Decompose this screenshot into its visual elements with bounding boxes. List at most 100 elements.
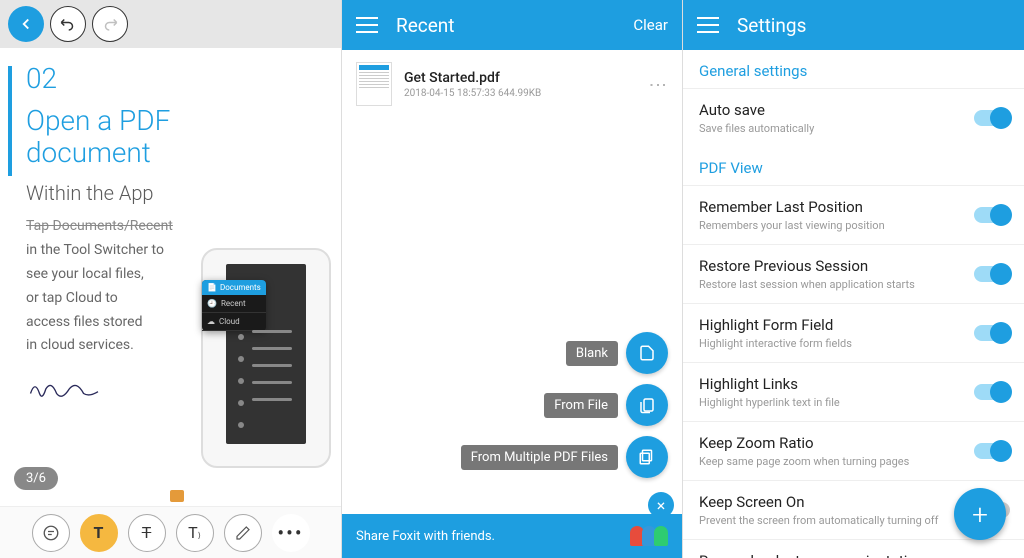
step-title: Open a PDFdocument bbox=[26, 105, 315, 169]
setting-desc: Save files automatically bbox=[699, 122, 964, 135]
setting-highlight-links[interactable]: Highlight Links Highlight hyperlink text… bbox=[683, 362, 1024, 421]
fab-add-button[interactable]: + bbox=[954, 488, 1006, 540]
text-cursor-icon: T⟩ bbox=[188, 523, 201, 542]
setting-last-position[interactable]: Remember Last Position Remembers your la… bbox=[683, 185, 1024, 244]
pdf-viewer-pane: 02 Open a PDFdocument Within the App Tap… bbox=[0, 0, 341, 558]
body-line: in the Tool Switcher to bbox=[26, 242, 164, 258]
menu-button[interactable] bbox=[697, 17, 719, 33]
setting-highlight-form[interactable]: Highlight Form Field Highlight interacti… bbox=[683, 303, 1024, 362]
setting-title: Restore Previous Session bbox=[699, 257, 964, 275]
step-body: Tap Documents/Recent in the Tool Switche… bbox=[26, 215, 196, 358]
body-line: access files stored bbox=[26, 314, 143, 330]
comment-tool-button[interactable] bbox=[32, 514, 70, 552]
document-content: 02 Open a PDFdocument Within the App Tap… bbox=[0, 48, 341, 422]
strikeout-tool-button[interactable]: T bbox=[128, 514, 166, 552]
redo-icon bbox=[101, 15, 119, 33]
toggle-highlight-form[interactable] bbox=[974, 325, 1010, 341]
more-tools-button[interactable]: ••• bbox=[272, 514, 310, 552]
back-button[interactable] bbox=[8, 6, 44, 42]
setting-desc: Restore last session when application st… bbox=[699, 278, 964, 291]
arrow-left-icon bbox=[17, 15, 35, 33]
annotation-toolbar: T T T⟩ ••• bbox=[0, 506, 341, 558]
section-general: General settings bbox=[683, 50, 1024, 88]
fab-from-multi-button[interactable] bbox=[626, 436, 668, 478]
setting-title: Remember last screen orientation bbox=[699, 552, 964, 558]
setting-keep-zoom[interactable]: Keep Zoom Ratio Keep same page zoom when… bbox=[683, 421, 1024, 480]
redo-button[interactable] bbox=[92, 6, 128, 42]
people-icon bbox=[632, 526, 668, 546]
body-line: or tap Cloud to bbox=[26, 290, 118, 306]
phone-menu-overlay: 📄Documents 🕘Recent ☁Cloud bbox=[202, 280, 266, 331]
undo-button[interactable] bbox=[50, 6, 86, 42]
fab-blank-button[interactable] bbox=[626, 332, 668, 374]
blank-page-icon bbox=[638, 344, 656, 362]
file-copy-icon bbox=[638, 396, 656, 414]
settings-pane: Settings General settings Auto save Save… bbox=[682, 0, 1024, 558]
file-thumbnail bbox=[356, 62, 392, 106]
ellipsis-icon: ••• bbox=[277, 521, 303, 545]
fab-from-file-row[interactable]: From File bbox=[544, 384, 668, 426]
phone-list-lines bbox=[252, 330, 292, 401]
setting-desc: Highlight hyperlink text in file bbox=[699, 396, 964, 409]
setting-auto-save[interactable]: Auto save Save files automatically bbox=[683, 88, 1024, 147]
strikethrough-text: Tap Documents/Recent bbox=[26, 218, 173, 234]
text-tool-button[interactable]: T⟩ bbox=[176, 514, 214, 552]
text-highlight-icon: T bbox=[94, 523, 104, 542]
body-line: see your local files, bbox=[26, 266, 144, 282]
viewer-toolbar bbox=[0, 0, 341, 48]
setting-restore-session[interactable]: Restore Previous Session Restore last se… bbox=[683, 244, 1024, 303]
menu-item-documents: 📄Documents bbox=[202, 280, 266, 295]
setting-desc: Prevent the screen from automatically tu… bbox=[699, 514, 964, 527]
setting-desc: Highlight interactive form fields bbox=[699, 337, 964, 350]
menu-item-recent: 🕘Recent bbox=[202, 295, 266, 313]
pencil-icon bbox=[235, 525, 251, 541]
fab-from-file-label: From File bbox=[544, 393, 618, 418]
highlight-tool-button[interactable]: T bbox=[80, 514, 118, 552]
title-line1: Open a PDF bbox=[26, 104, 170, 137]
toggle-highlight-links[interactable] bbox=[974, 384, 1010, 400]
signature-annotation bbox=[26, 374, 116, 404]
file-name: Get Started.pdf bbox=[404, 70, 635, 86]
menu-item-cloud: ☁Cloud bbox=[202, 313, 266, 331]
text-strike-icon: T bbox=[142, 523, 152, 542]
fab-from-file-button[interactable] bbox=[626, 384, 668, 426]
step-subtitle: Within the App bbox=[26, 181, 315, 205]
setting-screen-orientation[interactable]: Remember last screen orientation bbox=[683, 539, 1024, 558]
setting-title: Remember Last Position bbox=[699, 198, 964, 216]
setting-desc: Keep same page zoom when turning pages bbox=[699, 455, 964, 468]
step-number: 02 bbox=[26, 62, 315, 95]
recent-files-pane: Recent Clear Get Started.pdf 2018-04-15 … bbox=[341, 0, 682, 558]
banner-close-button[interactable]: × bbox=[648, 492, 674, 518]
recent-header: Recent Clear bbox=[342, 0, 682, 50]
undo-icon bbox=[59, 15, 77, 33]
note-annotation-icon[interactable] bbox=[170, 490, 184, 502]
share-banner[interactable]: × Share Foxit with friends. bbox=[342, 514, 682, 558]
settings-header: Settings bbox=[683, 0, 1024, 50]
fab-from-multi-label: From Multiple PDF Files bbox=[461, 445, 618, 470]
fab-from-multi-row[interactable]: From Multiple PDF Files bbox=[461, 436, 668, 478]
fab-menu: Blank From File From Multiple PDF Files bbox=[461, 332, 668, 478]
toggle-last-position[interactable] bbox=[974, 207, 1010, 223]
phone-mockup: 📄Documents 🕘Recent ☁Cloud bbox=[201, 248, 331, 468]
section-pdf-view: PDF View bbox=[683, 147, 1024, 185]
toggle-restore-session[interactable] bbox=[974, 266, 1010, 282]
pencil-tool-button[interactable] bbox=[224, 514, 262, 552]
fab-blank-row[interactable]: Blank bbox=[566, 332, 668, 374]
setting-title: Highlight Links bbox=[699, 375, 964, 393]
accent-bar bbox=[8, 66, 12, 176]
plus-icon: + bbox=[972, 498, 988, 531]
settings-scroll[interactable]: General settings Auto save Save files au… bbox=[683, 50, 1024, 558]
clear-button[interactable]: Clear bbox=[633, 16, 668, 34]
file-info: Get Started.pdf 2018-04-15 18:57:33 644.… bbox=[404, 70, 635, 99]
file-item[interactable]: Get Started.pdf 2018-04-15 18:57:33 644.… bbox=[342, 50, 682, 118]
files-stack-icon bbox=[638, 448, 656, 466]
toggle-auto-save[interactable] bbox=[974, 110, 1010, 126]
toggle-keep-zoom[interactable] bbox=[974, 443, 1010, 459]
menu-button[interactable] bbox=[356, 17, 378, 33]
setting-title: Auto save bbox=[699, 101, 964, 119]
banner-text: Share Foxit with friends. bbox=[356, 529, 495, 544]
file-more-button[interactable]: ⋮ bbox=[647, 76, 668, 92]
page-indicator[interactable]: 3/6 bbox=[14, 467, 58, 490]
phone-list-dots bbox=[238, 334, 244, 428]
file-meta: 2018-04-15 18:57:33 644.99KB bbox=[404, 88, 635, 99]
